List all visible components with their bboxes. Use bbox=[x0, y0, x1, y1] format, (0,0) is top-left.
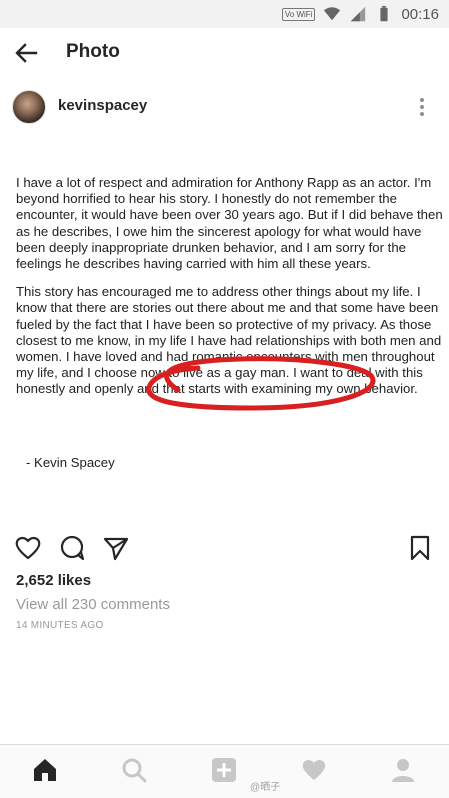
statement-paragraph: This story has encouraged me to address … bbox=[16, 284, 442, 397]
post-header: kevinspacey bbox=[0, 84, 449, 132]
back-arrow-icon[interactable] bbox=[14, 42, 38, 64]
post-image[interactable]: I have a lot of respect and admiration f… bbox=[0, 133, 449, 525]
battery-icon bbox=[380, 5, 389, 22]
comment-icon[interactable] bbox=[58, 534, 86, 562]
watermark: @晒子 bbox=[250, 782, 281, 793]
username-link[interactable]: kevinspacey bbox=[58, 97, 147, 114]
bookmark-icon[interactable] bbox=[406, 534, 434, 562]
add-icon[interactable] bbox=[211, 757, 237, 783]
app-bar: Photo bbox=[0, 28, 449, 78]
heart-icon[interactable] bbox=[14, 534, 42, 562]
view-comments-link[interactable]: View all 230 comments bbox=[16, 596, 170, 613]
avatar[interactable] bbox=[12, 90, 46, 124]
post-timestamp: 14 MINUTES AGO bbox=[16, 620, 104, 631]
statement-text: I have a lot of respect and admiration f… bbox=[16, 175, 446, 410]
wifi-icon bbox=[324, 7, 341, 21]
vowifi-indicator: Vo WiFi bbox=[281, 7, 316, 21]
profile-icon[interactable] bbox=[390, 757, 416, 783]
home-icon[interactable] bbox=[32, 757, 58, 783]
clock: 00:16 bbox=[401, 5, 439, 23]
post-actions bbox=[0, 530, 449, 566]
page-title: Photo bbox=[66, 41, 120, 62]
status-bar: Vo WiFi 00:16 bbox=[0, 0, 449, 28]
statement-paragraph: I have a lot of respect and admiration f… bbox=[16, 175, 443, 272]
heart-icon[interactable] bbox=[301, 757, 327, 783]
likes-count[interactable]: 2,652 likes bbox=[16, 572, 91, 589]
statement-signature: - Kevin Spacey bbox=[26, 455, 115, 470]
more-vertical-icon[interactable] bbox=[414, 96, 430, 118]
send-icon[interactable] bbox=[102, 534, 130, 562]
bottom-nav: @晒子 bbox=[0, 745, 449, 798]
search-icon[interactable] bbox=[121, 757, 147, 783]
signal-icon bbox=[351, 6, 366, 22]
